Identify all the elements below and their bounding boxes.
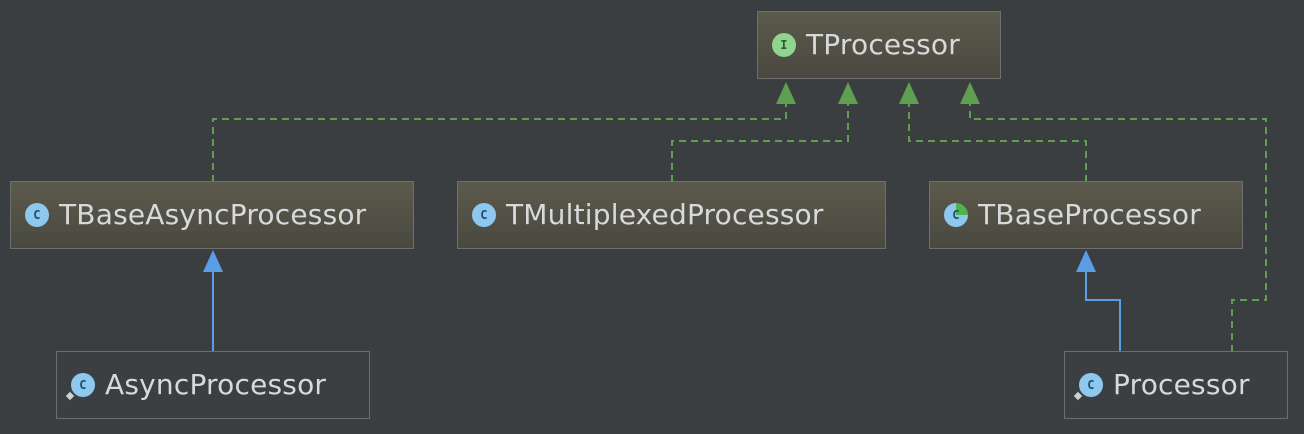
inner-class-icon: C bbox=[64, 373, 95, 402]
interface-icon: I bbox=[772, 33, 796, 57]
static-marker-icon bbox=[1072, 390, 1084, 402]
tprocessor-node[interactable]: I TProcessor bbox=[757, 11, 1001, 79]
node-label: AsyncProcessor bbox=[105, 368, 327, 401]
edge-processor-extends-tbase bbox=[1085, 272, 1121, 352]
icon-letter: C bbox=[79, 378, 87, 392]
icon-letter: I bbox=[780, 38, 788, 52]
edge-tmultiplexed-implements-tprocessor bbox=[671, 104, 849, 182]
class-icon: C bbox=[25, 203, 49, 227]
class-icon: C bbox=[472, 203, 496, 227]
node-label: TMultiplexedProcessor bbox=[506, 198, 824, 231]
static-marker-icon bbox=[64, 390, 76, 402]
tmultiplexedprocessor-node[interactable]: C TMultiplexedProcessor bbox=[457, 181, 886, 249]
arrowhead-implements-4 bbox=[960, 82, 980, 104]
icon-letter: C bbox=[952, 208, 960, 222]
edge-tbase-implements-tprocessor bbox=[908, 104, 1087, 182]
abstract-class-icon: C bbox=[944, 203, 968, 227]
processor-node[interactable]: C Processor bbox=[1064, 351, 1288, 419]
icon-letter: C bbox=[480, 208, 488, 222]
uml-diagram-canvas: I TProcessor C TBaseAsyncProcessor C TMu… bbox=[0, 0, 1304, 434]
node-label: TProcessor bbox=[806, 28, 960, 61]
node-label: TBaseProcessor bbox=[978, 198, 1201, 231]
node-label: TBaseAsyncProcessor bbox=[59, 198, 367, 231]
icon-letter: C bbox=[1087, 378, 1095, 392]
tbaseprocessor-node[interactable]: C TBaseProcessor bbox=[929, 181, 1243, 249]
arrowhead-extends-2 bbox=[1076, 250, 1096, 272]
arrowhead-implements-1 bbox=[776, 82, 796, 104]
arrowhead-extends-1 bbox=[203, 250, 223, 272]
inner-class-icon: C bbox=[1072, 373, 1103, 402]
node-label: Processor bbox=[1113, 368, 1250, 401]
tbaseasyncprocessor-node[interactable]: C TBaseAsyncProcessor bbox=[10, 181, 414, 249]
asyncprocessor-node[interactable]: C AsyncProcessor bbox=[56, 351, 370, 419]
arrowhead-implements-3 bbox=[899, 82, 919, 104]
edge-tbaseasync-implements-tprocessor bbox=[212, 104, 787, 182]
icon-letter: C bbox=[33, 208, 41, 222]
arrowhead-implements-2 bbox=[838, 82, 858, 104]
